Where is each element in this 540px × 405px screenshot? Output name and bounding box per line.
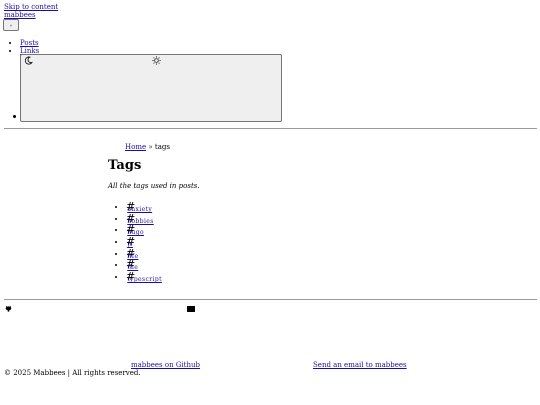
main-nav: Posts Links — [10, 39, 39, 55]
mail-icon[interactable] — [187, 306, 195, 314]
breadcrumb-home-link[interactable]: Home — [125, 143, 146, 151]
breadcrumb-separator: » — [148, 143, 153, 151]
copyright-text: © 2025 Mabbees | All rights reserved. — [4, 369, 141, 377]
github-icon[interactable] — [5, 305, 12, 314]
footer-divider — [4, 299, 537, 300]
nav-link-posts[interactable]: Posts — [20, 39, 39, 47]
menu-close-icon — [10, 24, 12, 26]
page-description: All the tags used in posts. — [108, 182, 200, 190]
sun-icon — [152, 56, 161, 67]
breadcrumb-current: tags — [154, 143, 170, 151]
moon-icon — [24, 56, 33, 67]
breadcrumb: Home » tags — [125, 143, 170, 151]
theme-toggle-button[interactable] — [20, 54, 282, 122]
header-divider — [4, 128, 537, 129]
tag-link-typescript[interactable]: typescript — [127, 276, 162, 283]
page-title: Tags — [108, 158, 142, 173]
footer-email-link[interactable]: Send an email to mabbees — [313, 361, 407, 369]
nav-item-posts: Posts — [20, 39, 39, 47]
footer-github-link[interactable]: mabbees on Github — [131, 361, 200, 369]
tag-item: #typescript — [126, 271, 170, 284]
tag-list: #anxiety #hobbies #hugo #js #life #the #… — [108, 201, 170, 284]
menu-toggle-button[interactable] — [3, 19, 19, 31]
list-bullet — [13, 115, 16, 118]
skip-to-content-link[interactable]: Skip to content — [4, 3, 58, 11]
site-brand-link[interactable]: mabbees — [4, 11, 36, 19]
